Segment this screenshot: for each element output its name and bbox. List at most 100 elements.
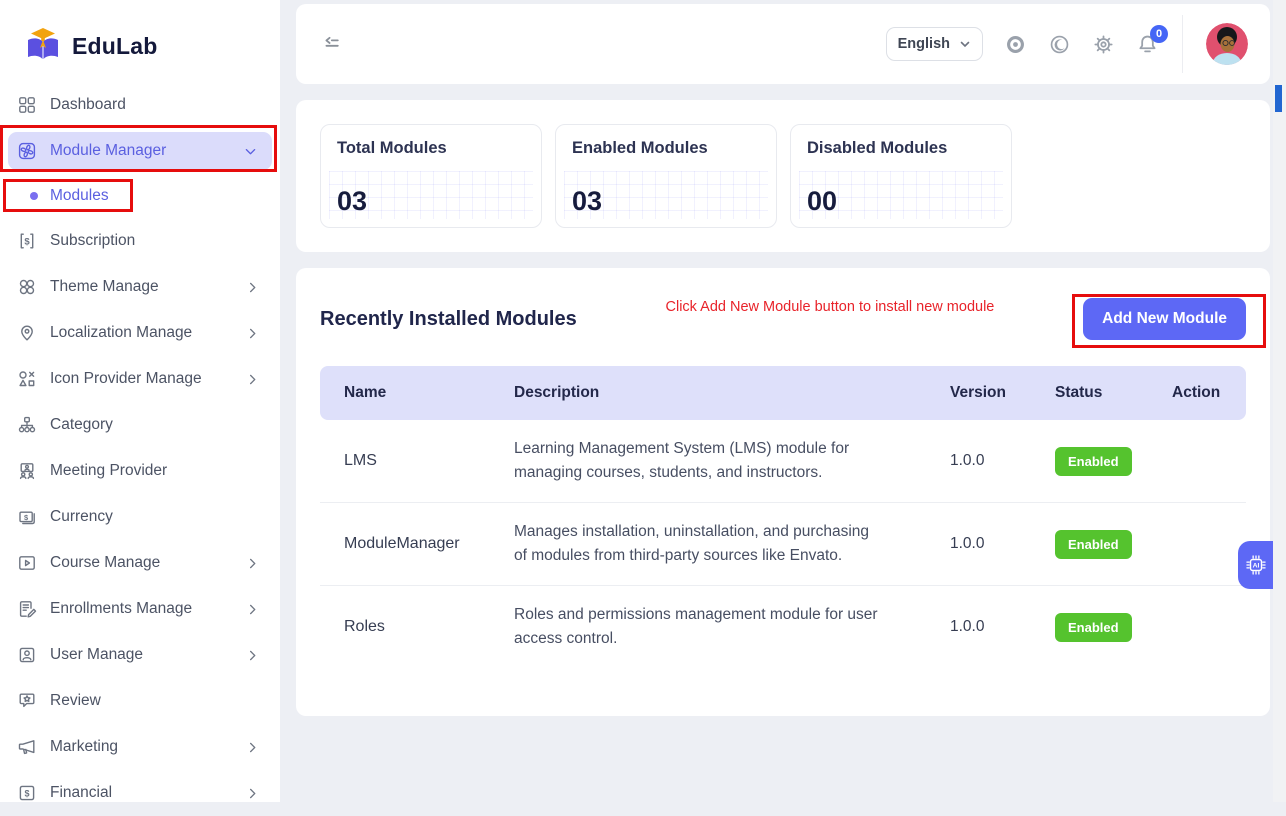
people-screen-icon [16,461,37,482]
sidebar-item-currency[interactable]: $Currency [0,494,280,540]
table-row: ModuleManagerManages installation, unins… [320,503,1246,586]
grid-icon [16,95,37,116]
module-description: Manages installation, uninstallation, an… [490,520,926,568]
theme-circles-icon [16,277,37,298]
column-header-status: Status [1031,384,1148,402]
chevron-right-icon [245,602,260,617]
status-badge: Enabled [1055,613,1132,642]
logo[interactable]: EduLab [0,0,280,70]
sidebar-item-category[interactable]: Category [0,402,280,448]
chevron-right-icon [245,280,260,295]
banknote-icon: $ [16,507,37,528]
sidebar-item-label: Icon Provider Manage [50,370,202,388]
svg-text:$: $ [24,237,30,248]
table-row: LMSLearning Management System (LMS) modu… [320,420,1246,503]
annotation-note: Click Add New Module button to install n… [577,299,1083,315]
stat-card-total-modules: Total Modules03 [320,124,542,228]
sidebar-subitem-label: Modules [50,187,109,205]
module-name: ModuleManager [320,535,490,553]
language-select[interactable]: English [886,27,983,61]
sidebar-item-review[interactable]: Review [0,678,280,724]
pinwheel-icon [16,141,37,162]
sidebar-subitem-modules[interactable]: Modules [0,174,280,218]
page: { "sidebar": { "logo_text": "EduLab", "i… [0,0,1286,802]
stat-card-disabled-modules: Disabled Modules 00 [790,124,1012,228]
shapes-icon [16,369,37,390]
stat-card-value: 03 [337,186,367,217]
sidebar-item-localization-manage[interactable]: Localization Manage [0,310,280,356]
table-row: RolesRoles and permissions management mo… [320,586,1246,668]
sidebar-item-subscription[interactable]: $ Subscription [0,218,280,264]
avatar[interactable] [1206,23,1248,65]
user-card-icon [16,645,37,666]
section-title: Recently Installed Modules [320,308,577,331]
sidebar-item-label: Module Manager [50,142,166,160]
chevron-down-icon [959,38,971,50]
chevron-right-icon [245,372,260,387]
map-pin-icon [16,323,37,344]
module-description: Learning Management System (LMS) module … [490,437,926,485]
collapse-sidebar-icon[interactable] [322,33,344,55]
sidebar-item-enrollments-manage[interactable]: Enrollments Manage [0,586,280,632]
sidebar-item-financial[interactable]: $ Financial [0,770,280,816]
column-header-version: Version [926,384,1031,402]
notification-badge: 0 [1150,25,1168,43]
hierarchy-icon [16,415,37,436]
chevron-down-icon [243,144,258,159]
bell-icon[interactable]: 0 [1136,33,1159,56]
sidebar-item-user-manage[interactable]: User Manage [0,632,280,678]
star-bubble-icon [16,691,37,712]
document-pen-icon [16,599,37,620]
module-version: 1.0.0 [926,535,1031,553]
sidebar-item-label: Category [50,416,113,434]
scrollbar-thumb[interactable] [1275,85,1282,112]
logo-text: EduLab [72,33,158,60]
sidebar-item-dashboard[interactable]: Dashboard [0,82,280,128]
megaphone-icon [16,737,37,758]
module-name: Roles [320,618,490,636]
chevron-right-icon [245,786,260,801]
modules-panel-head: Recently Installed Modules Click Add New… [320,298,1246,340]
module-description: Roles and permissions management module … [490,603,926,651]
moon-icon[interactable] [1048,33,1071,56]
gear-icon[interactable] [1092,33,1115,56]
chevron-right-icon [245,326,260,341]
language-select-value: English [898,36,950,52]
dollar-square-icon: $ [16,783,37,804]
sidebar-item-theme-manage[interactable]: Theme Manage [0,264,280,310]
table-body: LMSLearning Management System (LMS) modu… [320,420,1246,668]
chevron-right-icon [245,648,260,663]
status-badge: Enabled [1055,530,1132,559]
module-status-cell: Enabled [1031,530,1148,559]
dollar-brackets-icon: $ [16,231,37,252]
sidebar-item-marketing[interactable]: Marketing [0,724,280,770]
add-new-module-button[interactable]: Add New Module [1083,298,1246,340]
stat-card-label: Disabled Modules [807,139,947,158]
sidebar-item-label: Subscription [50,232,135,250]
ai-assistant-button[interactable]: AI [1238,541,1273,589]
modules-panel: Recently Installed Modules Click Add New… [296,268,1270,716]
stat-card-label: Enabled Modules [572,139,708,158]
module-status-cell: Enabled [1031,613,1148,642]
edulab-logo-icon [24,26,62,67]
ai-chip-icon: AI [1245,554,1267,576]
svg-text:$: $ [24,513,29,522]
sidebar-item-label: User Manage [50,646,143,664]
sidebar-item-meeting-provider[interactable]: Meeting Provider [0,448,280,494]
sidebar-item-label: Meeting Provider [50,462,167,480]
stat-card-enabled-modules: Enabled Modules03 [555,124,777,228]
sidebar-item-course-manage[interactable]: Course Manage [0,540,280,586]
sidebar-item-label: Localization Manage [50,324,192,342]
sidebar-item-label: Financial [50,784,112,802]
scrollbar-track [1273,0,1286,802]
sidebar-item-label: Marketing [50,738,118,756]
sidebar-item-icon-provider-manage[interactable]: Icon Provider Manage [0,356,280,402]
eye-icon[interactable] [1004,33,1027,56]
module-version: 1.0.0 [926,452,1031,470]
sidebar-nav: Dashboard Module Manager Modules $ Subscript… [0,82,280,816]
sidebar-item-label: Review [50,692,101,710]
stat-card-value: 00 [807,186,837,217]
sidebar-item-label: Course Manage [50,554,160,572]
topbar: English 0 [296,4,1270,84]
sidebar-item-module-manager[interactable]: Module Manager [8,132,272,170]
